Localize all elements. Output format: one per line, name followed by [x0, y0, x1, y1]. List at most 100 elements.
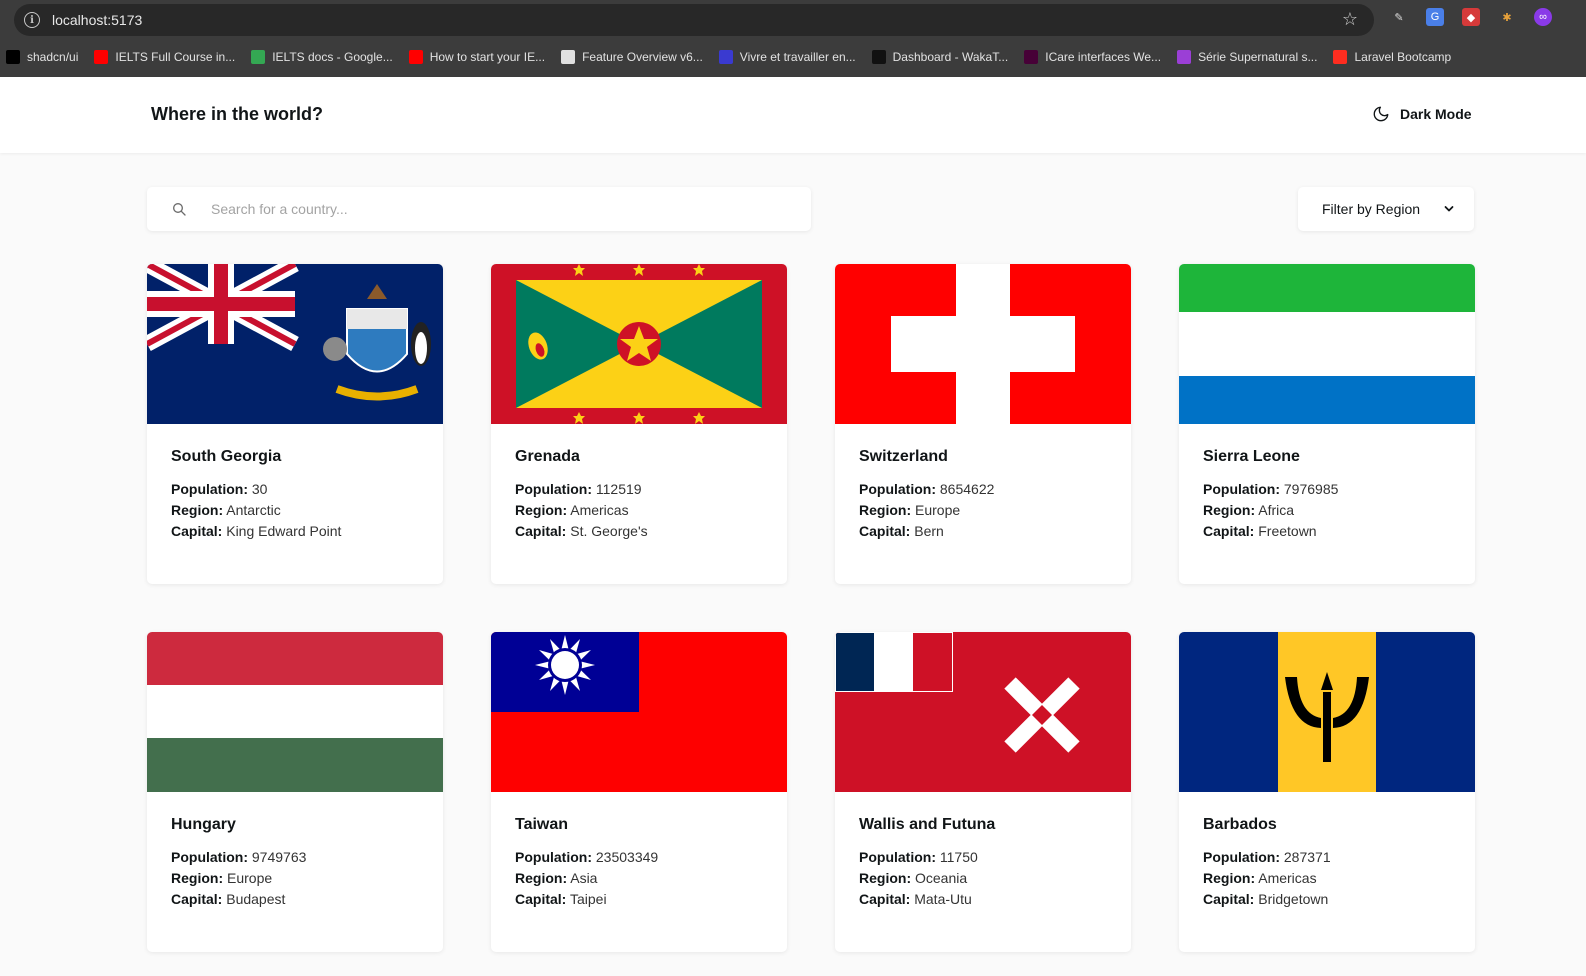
bookmark-item[interactable]: Feature Overview v6...: [561, 50, 703, 64]
population-row: Population: 11750: [859, 847, 995, 868]
population-value: 23503349: [595, 849, 659, 865]
bookmark-star-icon[interactable]: ☆: [1342, 9, 1358, 30]
bookmark-item[interactable]: shadcn/ui: [6, 50, 78, 64]
region-row: Region: Americas: [1203, 868, 1331, 889]
region-label: Region:: [859, 502, 912, 518]
population-row: Population: 9749763: [171, 847, 306, 868]
laravel-icon: [1333, 50, 1348, 64]
population-row: Population: 7976985: [1203, 479, 1338, 500]
population-value: 8654622: [939, 481, 995, 497]
puzzle-extension-icon[interactable]: ✱: [1498, 8, 1516, 26]
card-body: Sierra Leone Population: 7976985 Region:…: [1203, 448, 1338, 542]
population-label: Population:: [515, 849, 592, 865]
country-name: Wallis and Futuna: [859, 816, 996, 833]
capital-label: Capital:: [515, 891, 567, 907]
card-body: South Georgia Population: 30 Region: Ant…: [171, 448, 341, 542]
translate-extension-icon[interactable]: G: [1426, 8, 1444, 26]
url-text[interactable]: localhost:5173: [52, 12, 142, 28]
search-box: [147, 187, 811, 231]
card-body: Hungary Population: 9749763 Region: Euro…: [171, 816, 306, 910]
bookmark-label: IELTS docs - Google...: [272, 50, 393, 64]
country-card[interactable]: Grenada Population: 112519 Region: Ameri…: [491, 264, 787, 584]
card-body: Barbados Population: 287371 Region: Amer…: [1203, 816, 1331, 910]
flag-taiwan: [491, 632, 787, 792]
bookmark-item[interactable]: Vivre et travailler en...: [718, 50, 856, 64]
region-value: Americas: [570, 502, 629, 518]
population-row: Population: 112519: [515, 479, 648, 500]
capital-row: Capital: Mata-Utu: [859, 889, 995, 910]
bookmark-item[interactable]: Dashboard - WakaT...: [871, 50, 1008, 64]
population-row: Population: 287371: [1203, 847, 1331, 868]
population-label: Population:: [859, 849, 936, 865]
country-card[interactable]: Sierra Leone Population: 7976985 Region:…: [1179, 264, 1475, 584]
population-value: 9749763: [251, 849, 307, 865]
country-card[interactable]: Taiwan Population: 23503349 Region: Asia…: [491, 632, 787, 952]
site-info-icon[interactable]: i: [24, 12, 40, 28]
bookmark-label: shadcn/ui: [27, 50, 79, 64]
card-body: Switzerland Population: 8654622 Region: …: [859, 448, 994, 542]
region-row: Region: Europe: [171, 868, 306, 889]
country-name: Grenada: [515, 448, 580, 465]
bookmark-item[interactable]: Série Supernatural s...: [1177, 50, 1317, 64]
country-card[interactable]: Wallis and Futuna Population: 11750 Regi…: [835, 632, 1131, 952]
browser-chrome: i localhost:5173 ☆ ✎ G ◆ ✱ ∞ shadcn/ui IE…: [0, 0, 1586, 77]
region-row: Region: Antarctic: [171, 500, 341, 521]
region-value: Oceania: [915, 870, 968, 886]
card-body: Wallis and Futuna Population: 11750 Regi…: [859, 816, 995, 910]
capital-label: Capital:: [1203, 891, 1255, 907]
dark-mode-label: Dark Mode: [1400, 106, 1472, 122]
address-bar[interactable]: i localhost:5173 ☆: [14, 4, 1374, 36]
search-input[interactable]: [211, 187, 791, 231]
population-value: 11750: [939, 849, 978, 865]
country-name: Switzerland: [859, 448, 948, 465]
flag-sierra-leone: [1179, 264, 1475, 424]
capital-value: Freetown: [1258, 523, 1317, 539]
app-header: Where in the world? Dark Mode: [0, 77, 1586, 153]
region-value: Asia: [570, 870, 598, 886]
region-label: Region:: [1203, 502, 1256, 518]
bookmark-item[interactable]: IELTS docs - Google...: [251, 50, 393, 64]
country-card[interactable]: South Georgia Population: 30 Region: Ant…: [147, 264, 443, 584]
dark-mode-toggle[interactable]: Dark Mode: [1372, 105, 1472, 123]
capital-row: Capital: Bridgetown: [1203, 889, 1331, 910]
quebec-icon: [718, 50, 733, 64]
flag-wallis-futuna: [835, 632, 1131, 792]
purple-extension-icon[interactable]: ∞: [1534, 8, 1552, 26]
region-value: Europe: [915, 502, 961, 518]
population-value: 287371: [1283, 849, 1331, 865]
network-icon: [561, 50, 576, 64]
capital-row: Capital: Taipei: [515, 889, 658, 910]
region-value: Africa: [1258, 502, 1295, 518]
capital-label: Capital:: [171, 891, 223, 907]
population-label: Population:: [515, 481, 592, 497]
country-card[interactable]: Barbados Population: 287371 Region: Amer…: [1179, 632, 1475, 952]
red-extension-icon[interactable]: ◆: [1462, 8, 1480, 26]
page-title: Where in the world?: [151, 104, 324, 124]
region-row: Region: Americas: [515, 500, 648, 521]
flag-grenada: [491, 264, 787, 424]
region-row: Region: Oceania: [859, 868, 995, 889]
population-label: Population:: [171, 481, 248, 497]
bookmark-item[interactable]: ICare interfaces We...: [1024, 50, 1161, 64]
country-card[interactable]: Hungary Population: 9749763 Region: Euro…: [147, 632, 443, 952]
capital-label: Capital:: [859, 891, 911, 907]
region-label: Region:: [515, 870, 568, 886]
region-filter-dropdown[interactable]: Filter by Region: [1298, 187, 1474, 231]
capital-value: St. George's: [570, 523, 648, 539]
flag-icon: [1177, 50, 1192, 64]
bookmarks-bar: shadcn/ui IELTS Full Course in... IELTS do…: [0, 44, 1586, 70]
country-card[interactable]: Switzerland Population: 8654622 Region: …: [835, 264, 1131, 584]
bookmark-label: Feature Overview v6...: [582, 50, 703, 64]
capital-row: Capital: Budapest: [171, 889, 306, 910]
population-value: 112519: [595, 481, 642, 497]
region-row: Region: Europe: [859, 500, 994, 521]
capital-value: Bern: [914, 523, 944, 539]
capital-label: Capital:: [1203, 523, 1255, 539]
region-label: Region:: [1203, 870, 1256, 886]
filter-label: Filter by Region: [1322, 201, 1421, 217]
capital-value: Budapest: [226, 891, 286, 907]
bookmark-item[interactable]: IELTS Full Course in...: [94, 50, 235, 64]
bookmark-item[interactable]: How to start your IE...: [408, 50, 545, 64]
pen-extension-icon[interactable]: ✎: [1390, 8, 1408, 26]
bookmark-item[interactable]: Laravel Bootcamp: [1333, 50, 1451, 64]
